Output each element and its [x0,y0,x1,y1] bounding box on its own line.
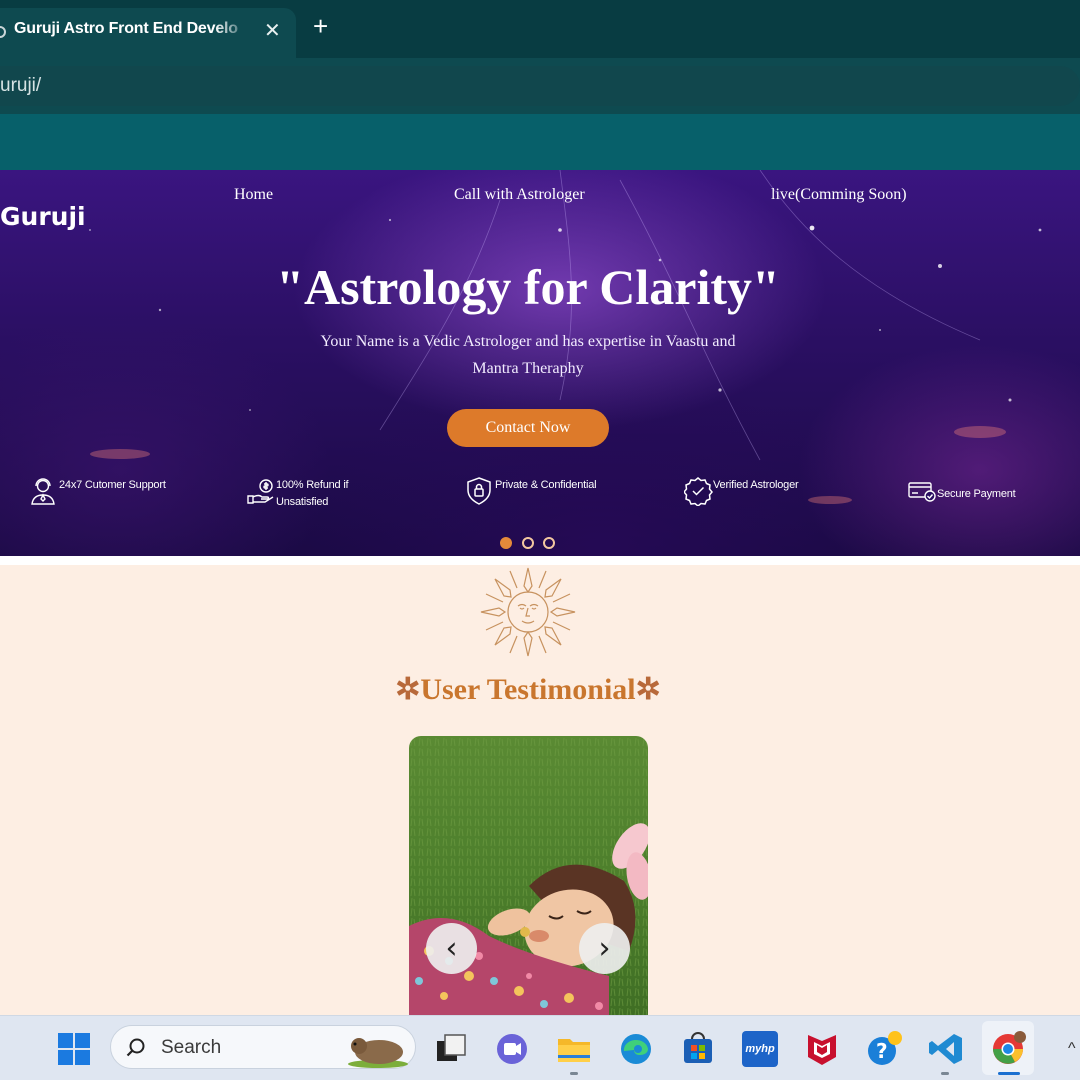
browser-tab[interactable]: Guruji Astro Front End Develo ✕ [0,8,296,58]
testimonial-next-button[interactable]: › [579,923,630,974]
help-icon[interactable]: ? [866,1031,902,1067]
verified-badge-icon [684,477,713,506]
bookmarks-bar [0,114,1080,170]
new-tab-button[interactable]: + [313,13,328,39]
tab-favicon-icon [0,26,6,38]
testimonial-photo [409,736,648,1016]
nav-live-link[interactable]: live(Comming Soon) [771,186,907,204]
feature-support-label: 24x7 Cutomer Support [59,479,166,491]
windows-taskbar: Search myhp ? ^ [0,1015,1080,1080]
teams-icon[interactable] [494,1031,530,1067]
section-divider [0,556,1080,565]
feature-private-label: Private & Confidential [495,479,597,491]
wombat-highlight-icon [348,1038,408,1068]
feature-verified-label: Verified Astrologer [713,479,799,491]
search-label: Search [161,1037,222,1058]
store-icon[interactable] [680,1031,716,1067]
title-star-right-icon: ✲ [635,673,661,706]
tab-close-icon[interactable]: ✕ [264,18,281,43]
feature-refund-label: 100% Refund if Unsatisfied [276,479,349,508]
girl-on-grass-image [409,736,648,1016]
hero-headline: "Astrology for Clarity" [276,259,780,315]
testimonial-title: ✲User Testimonial✲ [0,672,1056,707]
explorer-running-indicator [570,1072,578,1075]
url-text[interactable]: uruji/ [0,75,41,97]
brand-logo[interactable]: Guruji [0,202,86,231]
feature-payment-label: Secure Payment [937,488,1016,500]
vscode-icon[interactable] [928,1031,964,1067]
chrome-icon[interactable] [990,1031,1026,1067]
file-explorer-icon[interactable] [556,1031,592,1067]
start-icon[interactable] [56,1031,92,1067]
vscode-running-indicator [941,1072,949,1075]
edge-icon[interactable] [618,1031,654,1067]
browser-tab-strip: Guruji Astro Front End Develo ✕ + [0,0,1080,58]
address-bar: uruji/ [0,58,1080,114]
taskbar-search-box[interactable]: Search [110,1025,416,1069]
nav-home-link[interactable]: Home [234,186,273,204]
url-field[interactable] [0,66,1080,106]
myhp-icon[interactable]: myhp [742,1031,778,1067]
hero-subtitle: Your Name is a Vedic Astrologer and has … [320,333,736,377]
carousel-dot-3[interactable] [543,537,555,549]
testimonial-title-text: User Testimonial [420,673,636,706]
nav-call-astrologer-link[interactable]: Call with Astrologer [454,186,585,204]
task-view-icon[interactable] [433,1031,469,1067]
testimonial-prev-button[interactable]: ‹ [426,923,477,974]
refund-hand-icon [247,479,274,504]
chevron-up-icon[interactable]: ^ [1068,1040,1076,1058]
card-check-icon [908,482,936,502]
support-agent-icon [31,478,55,505]
svg-text:?: ? [876,1039,888,1063]
shield-lock-icon [467,477,491,505]
sun-face-icon [480,567,576,657]
contact-now-button[interactable]: Contact Now [447,409,609,447]
search-icon [126,1038,145,1057]
carousel-dot-1[interactable] [500,537,512,549]
title-star-left-icon: ✲ [395,673,421,706]
mcafee-icon[interactable] [804,1031,840,1067]
tab-title: Guruji Astro Front End Develo [14,20,238,37]
carousel-dot-2[interactable] [522,537,534,549]
hero-banner: Guruji Home Call with Astrologer live(Co… [0,170,1080,556]
chrome-active-indicator [998,1072,1020,1075]
